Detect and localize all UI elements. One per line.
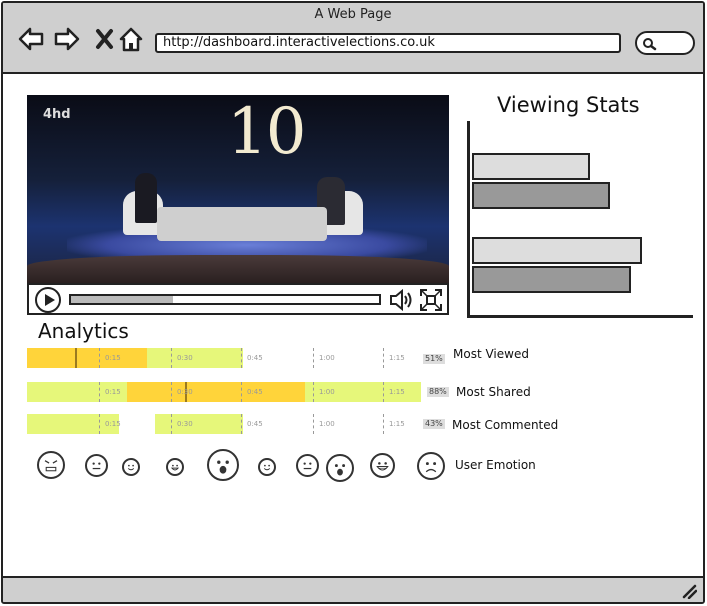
chart-y-axis (467, 121, 470, 317)
viewing-stats-title: Viewing Stats (497, 93, 640, 117)
chart-x-axis (467, 315, 693, 318)
time-tick (241, 382, 242, 402)
percent-badge: 43% (423, 419, 445, 429)
grin-face-icon[interactable] (166, 458, 184, 476)
resize-handle-icon[interactable] (681, 583, 697, 599)
stage-desk (157, 207, 327, 241)
stats-bar (472, 153, 590, 180)
time-tick-label: 1:00 (319, 388, 335, 396)
time-tick-label: 1:15 (389, 420, 405, 428)
time-tick (99, 414, 100, 434)
smile-face-icon[interactable] (122, 458, 140, 476)
time-tick (241, 414, 242, 434)
address-bar[interactable]: http://dashboard.interactivelections.co.… (155, 33, 621, 53)
peak-marker (75, 348, 77, 368)
surprised-face-icon[interactable] (326, 454, 354, 482)
back-icon[interactable] (17, 25, 45, 53)
time-tick-label: 1:15 (389, 354, 405, 362)
browser-chrome: A Web Page http://dashboard.interactivel… (3, 3, 703, 74)
time-tick-label: 0:30 (177, 354, 193, 362)
time-tick-label: 0:30 (177, 420, 193, 428)
analytics-row-label: Most Commented (452, 418, 559, 432)
neutral-face-icon[interactable] (296, 454, 319, 477)
time-tick-label: 1:00 (319, 420, 335, 428)
browser-window: A Web Page http://dashboard.interactivel… (1, 1, 705, 604)
video-overlay-number: 10 (227, 95, 306, 169)
time-tick-label: 0:30 (177, 388, 193, 396)
search-field[interactable] (635, 31, 695, 55)
smile-face-icon[interactable] (258, 458, 276, 476)
activity-segment (155, 414, 243, 434)
analytics-track[interactable]: 0:15 0:30 0:45 1:00 1:15 (27, 382, 421, 402)
seek-bar[interactable] (69, 294, 381, 305)
time-tick (171, 382, 172, 402)
time-tick-label: 0:45 (247, 388, 263, 396)
time-tick (313, 382, 314, 402)
sad-face-icon[interactable] (417, 452, 445, 480)
time-tick (383, 414, 384, 434)
video-frame[interactable]: 4hd 10 (27, 95, 449, 283)
window-title: A Web Page (314, 7, 392, 22)
laugh-face-icon[interactable] (370, 453, 395, 478)
home-icon[interactable] (117, 25, 145, 53)
time-tick-label: 0:15 (105, 354, 121, 362)
time-tick-label: 0:45 (247, 420, 263, 428)
video-controls (27, 283, 449, 315)
search-icon (643, 38, 657, 51)
activity-segment (127, 382, 305, 402)
audience (27, 255, 449, 283)
time-tick (313, 414, 314, 434)
forward-icon[interactable] (53, 25, 81, 53)
user-emotion-label: User Emotion (455, 458, 536, 472)
time-tick-label: 1:00 (319, 354, 335, 362)
play-icon[interactable] (35, 287, 61, 313)
analytics-track[interactable]: 0:15 0:30 0:45 1:00 1:15 (27, 348, 421, 368)
time-tick-label: 0:15 (105, 388, 121, 396)
percent-badge: 51% (423, 354, 445, 364)
stats-bar (472, 182, 610, 209)
analytics-title: Analytics (38, 319, 129, 343)
fullscreen-icon[interactable] (419, 288, 443, 312)
stats-bar (472, 266, 631, 293)
angry-face-icon[interactable] (37, 451, 65, 479)
close-icon[interactable] (91, 25, 119, 53)
analytics-row-label: Most Viewed (453, 347, 529, 361)
analytics-track[interactable]: 0:15 0:30 0:45 1:00 1:15 (27, 414, 421, 434)
neutral-face-icon[interactable] (85, 454, 108, 477)
volume-icon[interactable] (389, 288, 415, 312)
channel-logo: 4hd (43, 107, 71, 122)
time-tick (99, 348, 100, 368)
time-tick (313, 348, 314, 368)
stats-bar (472, 237, 642, 264)
activity-segment (27, 348, 147, 368)
person-left (135, 173, 157, 223)
time-tick (99, 382, 100, 402)
time-tick (383, 382, 384, 402)
time-tick-label: 1:15 (389, 388, 405, 396)
seek-progress (71, 296, 173, 303)
status-bar (3, 576, 703, 602)
time-tick (171, 414, 172, 434)
time-tick (383, 348, 384, 368)
time-tick (241, 348, 242, 368)
time-tick (171, 348, 172, 368)
activity-segment (147, 348, 243, 368)
percent-badge: 88% (427, 387, 449, 397)
time-tick-label: 0:15 (105, 420, 121, 428)
surprised-face-icon[interactable] (207, 449, 239, 481)
time-tick-label: 0:45 (247, 354, 263, 362)
analytics-row-label: Most Shared (456, 385, 531, 399)
viewing-stats-chart (467, 121, 693, 319)
